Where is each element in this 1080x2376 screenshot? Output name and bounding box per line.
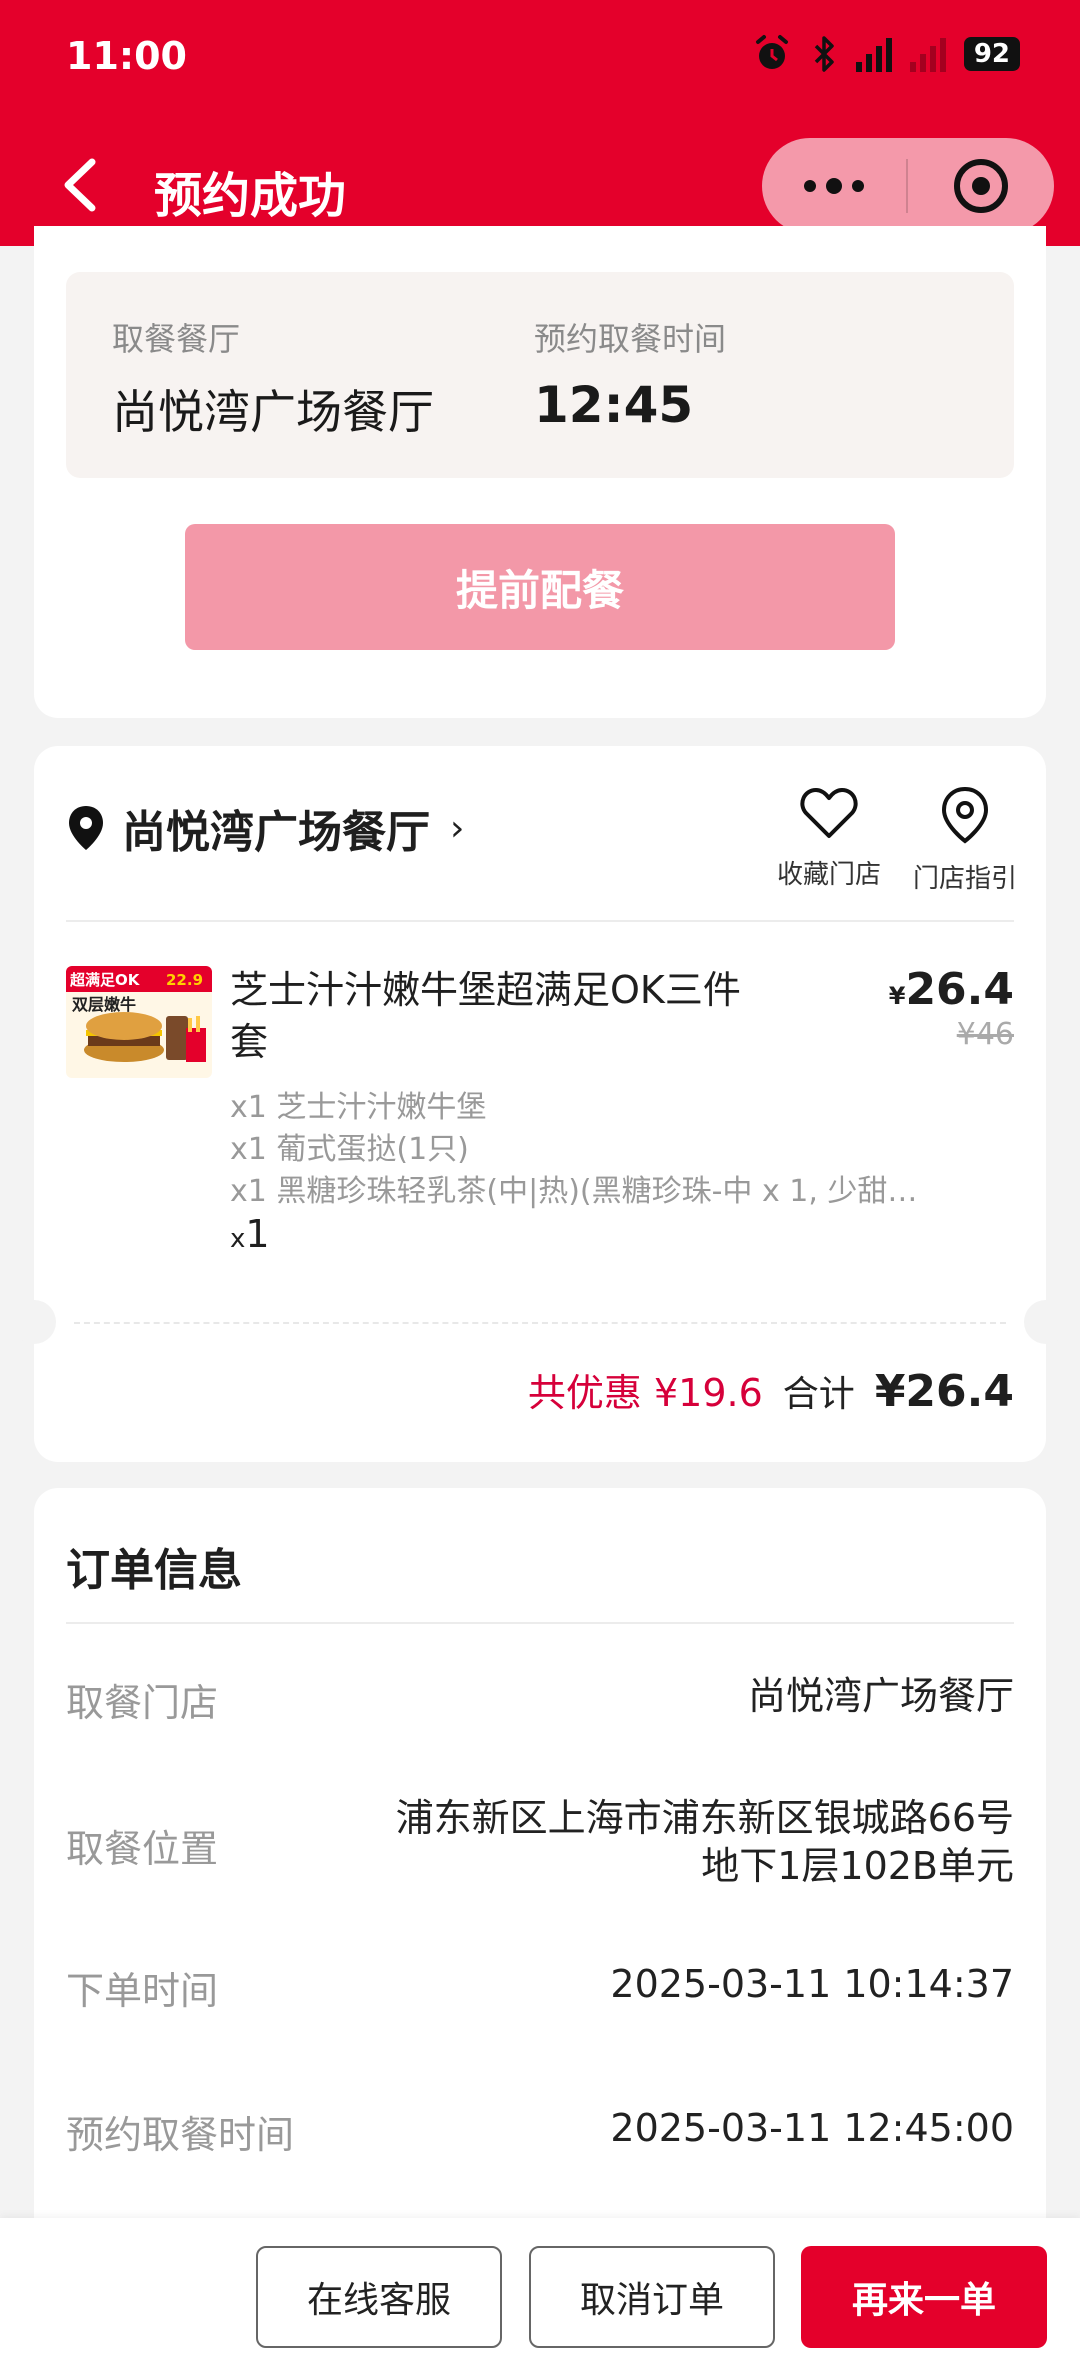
store-name: 尚悦湾广场餐厅 bbox=[122, 807, 430, 858]
qty-prefix: x bbox=[230, 1224, 246, 1254]
product-item: x1 芝士汁汁嫩牛堡 bbox=[230, 1090, 487, 1125]
product-name: 芝士汁汁嫩牛堡超满足OK三件套 bbox=[230, 968, 741, 1064]
location-line-2: 地下1层102B单元 bbox=[701, 1844, 1014, 1888]
info-key: 取餐位置 bbox=[66, 1827, 219, 1871]
dashed-divider bbox=[74, 1322, 1006, 1324]
info-key: 下单时间 bbox=[66, 1969, 219, 2013]
mini-program-capsule bbox=[762, 138, 1054, 234]
order-info-title: 订单信息 bbox=[66, 1545, 242, 1596]
total-amount: ¥26.4 bbox=[874, 1366, 1014, 1417]
pickup-restaurant-value: 尚悦湾广场餐厅 bbox=[112, 385, 434, 439]
pickup-time-label: 预约取餐时间 bbox=[534, 320, 727, 358]
prepare-meal-button[interactable]: 提前配餐 bbox=[185, 524, 895, 650]
back-icon[interactable] bbox=[54, 150, 114, 220]
status-icons: 92 bbox=[752, 34, 1020, 74]
info-value: 2025-03-11 10:14:37 bbox=[610, 1962, 1014, 2006]
online-service-button[interactable]: 在线客服 bbox=[256, 2246, 502, 2348]
more-icon bbox=[804, 180, 816, 192]
signal-5g-icon bbox=[855, 36, 892, 72]
more-icon-right bbox=[852, 180, 864, 192]
location-pin-icon bbox=[69, 806, 103, 850]
chevron-right-icon: › bbox=[450, 807, 465, 849]
nav-bar: 预约成功 bbox=[0, 130, 1080, 240]
page-title: 预约成功 bbox=[154, 168, 347, 224]
status-time: 11:00 bbox=[66, 34, 187, 78]
map-pin-icon bbox=[941, 786, 989, 844]
favorite-store-button[interactable]: 收藏门店 bbox=[764, 786, 894, 891]
original-price: ¥46 bbox=[956, 1017, 1014, 1052]
heart-icon bbox=[800, 788, 858, 838]
cancel-order-button[interactable]: 取消订单 bbox=[529, 2246, 775, 2348]
close-button[interactable] bbox=[908, 159, 1054, 213]
price-value: 26.4 bbox=[905, 964, 1014, 1015]
pickup-restaurant-label: 取餐餐厅 bbox=[112, 320, 241, 358]
favorite-store-label: 收藏门店 bbox=[776, 860, 881, 890]
close-target-icon bbox=[954, 159, 1008, 213]
more-button[interactable] bbox=[762, 138, 906, 234]
product-image: 超满足OK 22.9 双层嫩牛 bbox=[66, 966, 212, 1078]
product-item: x1 葡式蛋挞(1只) bbox=[230, 1132, 469, 1167]
bluetooth-icon bbox=[814, 36, 834, 72]
pickup-time: 预约取餐时间 12:45 bbox=[534, 314, 726, 434]
bottom-action-bar: 在线客服 取消订单 再来一单 bbox=[0, 2218, 1080, 2376]
store-guide-label: 门店指引 bbox=[912, 864, 1017, 894]
pickup-time-value: 12:45 bbox=[534, 376, 694, 434]
total-discount: 共优惠 ¥19.6 bbox=[527, 1371, 763, 1415]
qty-value: 1 bbox=[245, 1212, 270, 1256]
battery-icon: 92 bbox=[963, 37, 1020, 71]
location-line-1: 浦东新区上海市浦东新区银城路66号 bbox=[395, 1796, 1014, 1840]
info-key: 预约取餐时间 bbox=[66, 2113, 295, 2157]
alarm-icon bbox=[755, 35, 788, 69]
info-value: 尚悦湾广场餐厅 bbox=[747, 1674, 1014, 1718]
product-image-subtitle: 双层嫩牛 bbox=[72, 995, 136, 1014]
store-link[interactable]: 尚悦湾广场餐厅 › bbox=[66, 796, 464, 860]
order-items-card: 尚悦湾广场餐厅 › 收藏门店 门店指引 超满足OK 22.9 双层嫩牛 芝士汁汁… bbox=[12, 746, 1068, 1462]
info-value-location: 浦东新区上海市浦东新区银城路66号 地下1层102B单元 bbox=[396, 1794, 1014, 1890]
product-price: ¥26.4 ¥46 bbox=[889, 964, 1014, 1052]
info-key: 取餐门店 bbox=[66, 1681, 219, 1725]
info-value: 2025-03-11 12:45:00 bbox=[610, 2106, 1014, 2150]
product-item: x1 黑糖珍珠轻乳茶(中|热)(黑糖珍珠-中 x 1, 少甜(... bbox=[230, 1174, 920, 1209]
product-quantity: x1 bbox=[230, 1212, 270, 1256]
order-totals: 共优惠 ¥19.6 合计 ¥26.4 bbox=[528, 1362, 1014, 1417]
ticket-notch-right bbox=[1024, 1300, 1068, 1344]
store-guide-button[interactable]: 门店指引 bbox=[900, 786, 1030, 895]
divider bbox=[66, 920, 1014, 922]
reorder-button[interactable]: 再来一单 bbox=[801, 2246, 1047, 2348]
signal-2-icon bbox=[909, 36, 946, 72]
product-badge: 超满足OK bbox=[69, 971, 141, 989]
divider bbox=[66, 1622, 1014, 1624]
pickup-restaurant: 取餐餐厅 尚悦湾广场餐厅 bbox=[112, 314, 434, 442]
more-icon-center bbox=[826, 178, 842, 194]
status-bar: 11:00 92 bbox=[0, 0, 1080, 120]
product-badge-price: 22.9 bbox=[166, 971, 203, 989]
price-currency: ¥ bbox=[888, 982, 906, 1010]
header: 11:00 92 预约成功 bbox=[0, 0, 1080, 246]
total-label: 合计 bbox=[782, 1374, 855, 1415]
pickup-card: 取餐餐厅 尚悦湾广场餐厅 预约取餐时间 12:45 提前配餐 bbox=[34, 226, 1046, 718]
pickup-info-box: 取餐餐厅 尚悦湾广场餐厅 预约取餐时间 12:45 bbox=[66, 272, 1014, 478]
ticket-notch-left bbox=[12, 1300, 56, 1344]
